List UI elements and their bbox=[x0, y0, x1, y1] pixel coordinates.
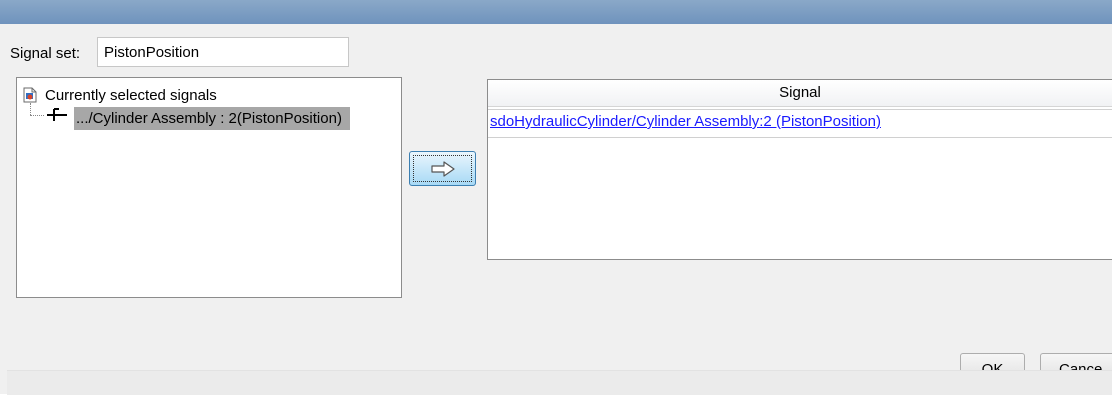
add-button-focus-ring bbox=[413, 155, 472, 182]
model-icon bbox=[23, 87, 37, 103]
signal-set-input[interactable] bbox=[97, 37, 349, 67]
tree-connector-horizontal bbox=[30, 115, 44, 116]
signal-line-icon bbox=[46, 108, 68, 122]
add-signal-button[interactable] bbox=[409, 151, 476, 186]
window-title-bar[interactable] bbox=[0, 0, 1112, 24]
status-strip bbox=[7, 370, 1112, 395]
signal-link[interactable]: sdoHydraulicCylinder/Cylinder Assembly:2… bbox=[490, 113, 881, 130]
tree-root-item[interactable]: Currently selected signals bbox=[23, 85, 217, 105]
selected-signals-tree[interactable]: Currently selected signals .../Cylinder … bbox=[16, 77, 402, 298]
signal-set-label: Signal set: bbox=[10, 45, 81, 62]
signal-table: Signal sdoHydraulicCylinder/Cylinder Ass… bbox=[487, 79, 1112, 260]
tree-signal-item[interactable]: .../Cylinder Assembly : 2(PistonPosition… bbox=[74, 107, 350, 130]
tree-root-label: Currently selected signals bbox=[45, 86, 217, 104]
signal-column-header[interactable]: Signal bbox=[488, 80, 1112, 107]
right-arrow-icon bbox=[430, 160, 455, 177]
tree-connector-vertical bbox=[30, 103, 31, 115]
table-row[interactable]: sdoHydraulicCylinder/Cylinder Assembly:2… bbox=[488, 109, 1112, 138]
